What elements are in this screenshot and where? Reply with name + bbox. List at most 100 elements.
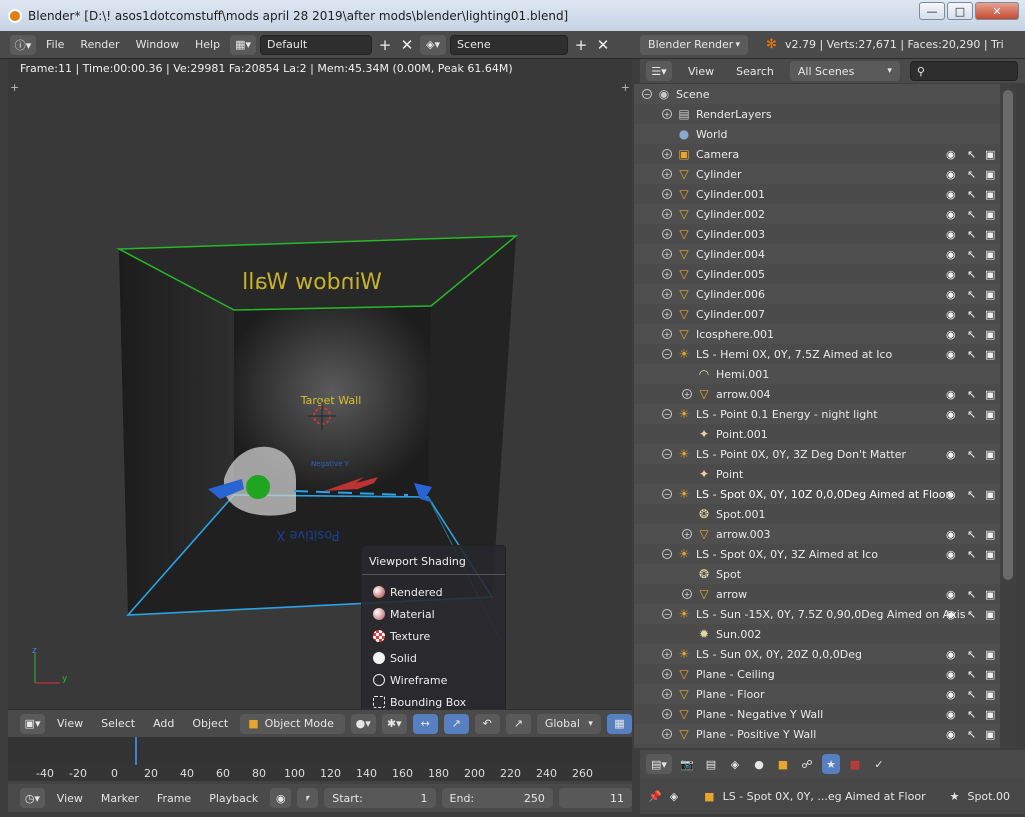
remove-scene-icon[interactable]: ✕ — [594, 35, 612, 55]
selectable-cursor-icon[interactable]: ↖ — [967, 588, 976, 601]
outliner-row[interactable]: − ☀ LS - Sun -15X, 0Y, 7.5Z 0,90,0Deg Aime… — [634, 604, 1000, 624]
shading-solid-option[interactable]: Solid — [362, 647, 505, 669]
lock-icon[interactable]: ⎖ — [297, 788, 319, 808]
renderable-camera-icon[interactable]: ▣ — [985, 388, 995, 401]
visibility-eye-icon[interactable]: ◉ — [946, 308, 956, 321]
viewport-menu-object[interactable]: Object — [186, 714, 234, 734]
outliner-row[interactable]: + ▽ Cylinder.003 ◉ ↖ ▣ — [634, 224, 1000, 244]
expand-icon[interactable]: + — [662, 229, 672, 239]
add-scene-icon[interactable]: + — [572, 35, 590, 55]
visibility-eye-icon[interactable]: ◉ — [946, 588, 956, 601]
scene-tab-icon[interactable]: ◈ — [726, 754, 744, 774]
outliner-row[interactable]: + ▽ Plane - Positive Y Wall ◉ ↖ ▣ — [634, 724, 1000, 744]
translate-manipulator-icon[interactable]: ↗ — [443, 713, 469, 734]
viewport-menu-view[interactable]: View — [51, 714, 89, 734]
selectable-cursor-icon[interactable]: ↖ — [967, 248, 976, 261]
outliner-row[interactable]: + ▽ Plane - Negative Y Wall ◉ ↖ ▣ — [634, 704, 1000, 724]
visibility-eye-icon[interactable]: ◉ — [946, 488, 956, 501]
object-tab-icon[interactable]: ■ — [774, 754, 792, 774]
expand-icon[interactable]: + — [682, 529, 692, 539]
visibility-eye-icon[interactable]: ◉ — [946, 548, 956, 561]
pin-icon[interactable]: 📌 — [648, 790, 662, 803]
outliner-row[interactable]: + ▤ RenderLayers — [634, 104, 1000, 124]
outliner-row[interactable]: − ☀ LS - Spot 0X, 0Y, 10Z 0,0,0Deg Aimed a… — [634, 484, 1000, 504]
outliner-row[interactable]: + ▽ arrow ◉ ↖ ▣ — [634, 584, 1000, 604]
outliner-row[interactable]: + ▽ Icosphere.001 ◉ ↖ ▣ — [634, 324, 1000, 344]
physics-tab-icon[interactable]: ✓ — [870, 754, 888, 774]
expand-icon[interactable]: + — [662, 709, 672, 719]
renderable-camera-icon[interactable]: ▣ — [985, 728, 995, 741]
expand-icon[interactable]: + — [662, 729, 672, 739]
timeline-track[interactable] — [8, 737, 632, 765]
expand-icon[interactable]: + — [682, 389, 692, 399]
timeline-menu-frame[interactable]: Frame — [151, 788, 197, 808]
scale-manipulator-icon[interactable]: ↗ — [505, 713, 531, 734]
3d-viewport[interactable]: Frame:11 | Time:00:00.36 | Ve:29981 Fa:2… — [8, 59, 632, 709]
outliner-row[interactable]: + ▽ Cylinder.007 ◉ ↖ ▣ — [634, 304, 1000, 324]
expand-icon[interactable]: + — [662, 289, 672, 299]
outliner-row[interactable]: + ▽ Cylinder ◉ ↖ ▣ — [634, 164, 1000, 184]
visibility-eye-icon[interactable]: ◉ — [946, 188, 956, 201]
editor-type-properties-icon[interactable]: ▤▾ — [646, 754, 672, 774]
visibility-eye-icon[interactable]: ◉ — [946, 328, 956, 341]
screen-layout-field[interactable]: Default — [260, 34, 373, 55]
renderable-camera-icon[interactable]: ▣ — [985, 528, 995, 541]
collapse-icon[interactable]: − — [662, 349, 672, 359]
expand-icon[interactable]: + — [662, 269, 672, 279]
timeline-editor[interactable]: -40 -20 0 20 40 60 80 100 120 140 160 18… — [8, 737, 632, 784]
renderable-camera-icon[interactable]: ▣ — [985, 648, 995, 661]
outliner-row[interactable]: ❂ Spot — [634, 564, 1000, 584]
expand-icon[interactable]: + — [662, 109, 672, 119]
outliner-row[interactable]: + ▽ Cylinder.004 ◉ ↖ ▣ — [634, 244, 1000, 264]
outliner-scrollbar[interactable] — [1000, 84, 1016, 748]
visibility-eye-icon[interactable]: ◉ — [946, 228, 956, 241]
renderable-camera-icon[interactable]: ▣ — [985, 688, 995, 701]
visibility-eye-icon[interactable]: ◉ — [946, 608, 956, 621]
selectable-cursor-icon[interactable]: ↖ — [967, 668, 976, 681]
pivot-point-icon[interactable]: ✱▾ — [381, 713, 407, 734]
visibility-eye-icon[interactable]: ◉ — [946, 208, 956, 221]
renderable-camera-icon[interactable]: ▣ — [985, 588, 995, 601]
outliner-row[interactable]: + ▽ Cylinder.002 ◉ ↖ ▣ — [634, 204, 1000, 224]
viewport-menu-add[interactable]: Add — [147, 714, 180, 734]
shading-rendered-option[interactable]: Rendered — [362, 581, 505, 603]
selectable-cursor-icon[interactable]: ↖ — [967, 228, 976, 241]
expand-icon[interactable]: + — [662, 149, 672, 159]
outliner-row[interactable]: − ☀ LS - Spot 0X, 0Y, 3Z Aimed at Ico ◉ ↖ ▣ — [634, 544, 1000, 564]
visibility-eye-icon[interactable]: ◉ — [946, 688, 956, 701]
render-layers-tab-icon[interactable]: ▤ — [702, 754, 720, 774]
renderable-camera-icon[interactable]: ▣ — [985, 308, 995, 321]
shading-material-option[interactable]: Material — [362, 603, 505, 625]
editor-type-timeline-icon[interactable]: ◷▾ — [20, 788, 45, 808]
start-frame-field[interactable]: Start: 1 — [324, 788, 436, 808]
selectable-cursor-icon[interactable]: ↖ — [967, 288, 976, 301]
rotate-manipulator-icon[interactable]: ↶ — [474, 713, 500, 734]
outliner-row[interactable]: + ▽ arrow.004 ◉ ↖ ▣ — [634, 384, 1000, 404]
renderable-camera-icon[interactable]: ▣ — [985, 448, 995, 461]
renderable-camera-icon[interactable]: ▣ — [985, 248, 995, 261]
visibility-eye-icon[interactable]: ◉ — [946, 348, 956, 361]
collapse-icon[interactable]: − — [662, 409, 672, 419]
expand-icon[interactable]: + — [662, 689, 672, 699]
visibility-eye-icon[interactable]: ◉ — [946, 408, 956, 421]
texture-tab-icon[interactable]: ▩ — [846, 754, 864, 774]
renderable-camera-icon[interactable]: ▣ — [985, 668, 995, 681]
visibility-eye-icon[interactable]: ◉ — [946, 148, 956, 161]
menu-render[interactable]: Render — [74, 35, 125, 55]
timeline-menu-view[interactable]: View — [51, 788, 89, 808]
renderable-camera-icon[interactable]: ▣ — [985, 328, 995, 341]
selectable-cursor-icon[interactable]: ↖ — [967, 188, 976, 201]
viewport-shading-button[interactable]: ●▾ — [350, 713, 376, 734]
visibility-eye-icon[interactable]: ◉ — [946, 728, 956, 741]
renderable-camera-icon[interactable]: ▣ — [985, 228, 995, 241]
outliner-row[interactable]: ✦ Point — [634, 464, 1000, 484]
editor-type-3dview-icon[interactable]: ▣▾ — [20, 713, 46, 734]
end-frame-field[interactable]: End: 250 — [441, 788, 553, 808]
outliner-row[interactable]: ✹ Sun.002 — [634, 624, 1000, 644]
selectable-cursor-icon[interactable]: ↖ — [967, 728, 976, 741]
selectable-cursor-icon[interactable]: ↖ — [967, 548, 976, 561]
lamp-data-tab-icon[interactable]: ★ — [822, 754, 840, 774]
selectable-cursor-icon[interactable]: ↖ — [967, 708, 976, 721]
renderable-camera-icon[interactable]: ▣ — [985, 708, 995, 721]
editor-type-outliner-icon[interactable]: ☰▾ — [646, 61, 672, 81]
